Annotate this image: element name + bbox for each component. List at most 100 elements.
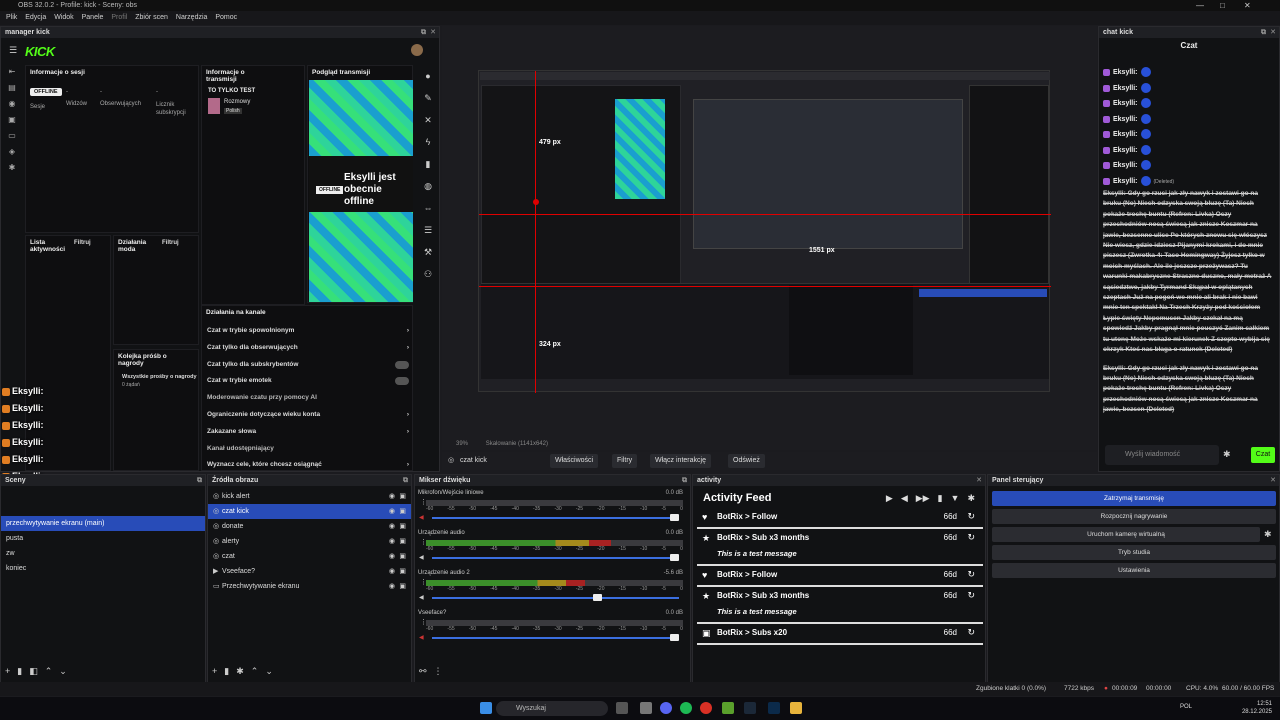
toggle-switch[interactable] (395, 360, 409, 369)
channel-option[interactable]: Kanał udostępniający (205, 441, 413, 457)
replay-icon[interactable]: ↻ (967, 627, 975, 638)
wrench-icon[interactable]: ⚒ (419, 247, 437, 269)
info-icon[interactable]: ● (419, 71, 437, 93)
trash-icon[interactable]: ▮ (938, 493, 943, 503)
menu-profil[interactable]: Profil (111, 14, 127, 21)
channel-option[interactable]: Wyznacz cele, które chcesz osiągnąć › (205, 457, 413, 473)
eye-icon[interactable]: ◉ (389, 534, 395, 549)
channel-menu-icon[interactable]: ⋮ (420, 618, 427, 626)
replay-icon[interactable]: ↻ (967, 511, 975, 522)
activity-item[interactable]: ♥ BotRix > Follow 66d ↻ (697, 567, 983, 587)
steam-icon[interactable] (744, 702, 756, 714)
channel-menu-icon[interactable]: ⋮ (420, 498, 427, 506)
channel-menu-icon[interactable]: ⋮ (420, 578, 427, 586)
refresh-button[interactable]: Odśwież (728, 454, 765, 468)
move-up-icon[interactable]: ⌃ (251, 666, 259, 676)
close-icon[interactable]: ✕ (430, 27, 436, 38)
menu-icon[interactable]: ⋮ (434, 666, 443, 676)
replay-icon[interactable]: ↻ (967, 532, 975, 543)
flash-icon[interactable]: ϟ (419, 137, 437, 159)
scene-item[interactable]: pusta (1, 531, 205, 546)
channel-option[interactable]: Czat w trybie emotek (205, 373, 413, 389)
menu-zbior-scen[interactable]: Zbiór scen (135, 14, 168, 21)
message-icon[interactable]: ◍ (419, 181, 437, 203)
gear-icon[interactable]: ✱ (1, 163, 23, 179)
float-icon[interactable]: ⧉ (1261, 27, 1266, 38)
taskbar-search[interactable]: Wyszukaj (496, 701, 608, 716)
replay-icon[interactable]: ↻ (967, 590, 975, 601)
remove-icon[interactable]: ▮ (224, 666, 229, 676)
maximize-button[interactable]: □ (1220, 0, 1225, 11)
lock-icon[interactable]: ▣ (399, 549, 406, 564)
speaker-icon[interactable]: ◀ (419, 634, 424, 641)
activity-item[interactable]: ★ BotRix > Sub x3 months 66d ↻ This is a tes… (697, 588, 983, 624)
menu-edycja[interactable]: Edycja (25, 14, 46, 21)
start-recording-button[interactable]: Rozpocznij nagrywanie (992, 509, 1276, 524)
avatar[interactable] (411, 44, 423, 56)
scene-item[interactable]: przechwytywanie ekranu (main) (1, 516, 205, 531)
close-icon[interactable]: ✕ (1270, 475, 1276, 486)
spotify-icon[interactable] (680, 702, 692, 714)
activity-item[interactable]: ♥ BotRix > Follow 66d ↻ (697, 509, 983, 529)
minecraft-icon[interactable] (722, 702, 734, 714)
filters-button[interactable]: Filtry (612, 454, 638, 468)
source-item[interactable]: ◎ donate ◉ ▣ (208, 519, 411, 534)
photoshop-icon[interactable] (768, 702, 780, 714)
share-icon[interactable]: ⚇ (419, 269, 437, 291)
activity-item[interactable]: ★ BotRix > Sub x3 months 66d ↻ This is a tes… (697, 530, 983, 566)
source-item[interactable]: ◎ alerty ◉ ▣ (208, 534, 411, 549)
hamburger-icon[interactable]: ☰ (9, 45, 17, 56)
interact-button[interactable]: Włącz interakcję (650, 454, 711, 468)
preview-canvas[interactable]: 479 px 324 px 1551 px (478, 70, 1051, 393)
eye-icon[interactable]: ◉ (389, 579, 395, 594)
chat-messages[interactable]: Eksylli: Eksylli: Eksylli: Eksylli: Eksylli:… (1103, 65, 1273, 449)
explorer-icon[interactable] (790, 702, 802, 714)
clock[interactable]: 12:51 28.12.2025 (1242, 700, 1272, 716)
lock-icon[interactable]: ▣ (399, 534, 406, 549)
taskview-icon[interactable] (616, 702, 628, 714)
volume-icon[interactable]: ◀ (901, 493, 908, 503)
zoom-level[interactable]: 39% (456, 441, 468, 447)
lock-icon[interactable]: ▣ (399, 564, 406, 579)
link-icon[interactable]: ⚯ (419, 666, 427, 676)
volume-slider[interactable] (432, 594, 679, 601)
channel-option[interactable]: Ograniczenie dotyczące wieku konta › (205, 407, 413, 423)
close-icon[interactable]: ✕ (976, 475, 982, 486)
trash-icon[interactable]: ▮ (419, 159, 437, 181)
collapse-icon[interactable]: ⇤ (1, 67, 23, 83)
add-icon[interactable]: + (212, 666, 217, 676)
chat-icon[interactable]: ▭ (1, 131, 23, 147)
users-icon[interactable]: ◉ (1, 99, 23, 115)
volume-knob[interactable] (593, 594, 603, 601)
keyboard-language[interactable]: POL (1180, 704, 1192, 710)
start-icon[interactable] (480, 702, 492, 714)
volume-knob[interactable] (670, 634, 679, 641)
source-item[interactable]: ◎ kick alert ◉ ▣ (208, 489, 411, 504)
float-icon[interactable]: ⧉ (682, 475, 687, 486)
chat-settings-icon[interactable]: ✱ (1223, 449, 1231, 460)
guide-handle[interactable] (533, 199, 539, 205)
float-icon[interactable]: ⧉ (197, 475, 202, 486)
volume-slider[interactable] (432, 514, 679, 521)
float-icon[interactable]: ⧉ (403, 475, 408, 486)
list-icon[interactable]: ☰ (419, 225, 437, 247)
stop-stream-button[interactable]: Zatrzymaj transmisję (992, 491, 1276, 506)
channel-option[interactable]: Czat w trybie spowolnionym › (205, 323, 413, 339)
obs-icon[interactable] (640, 702, 652, 714)
dashboard-icon[interactable]: ▤ (1, 83, 23, 99)
volume-slider[interactable] (432, 554, 679, 561)
volume-slider[interactable] (432, 634, 679, 641)
menu-plik[interactable]: Plik (6, 14, 17, 21)
play-icon[interactable]: ▶ (886, 493, 893, 503)
settings-button[interactable]: Ustawienia (992, 563, 1276, 578)
eye-icon[interactable]: ◉ (389, 549, 395, 564)
activity-item[interactable]: ▣ BotRix > Subs x20 66d ↻ (697, 625, 983, 645)
virtual-camera-settings-icon[interactable]: ✱ (1264, 529, 1272, 540)
send-chat-button[interactable]: Czat (1251, 447, 1275, 463)
channel-option[interactable]: Moderowanie czatu przy pomocy AI (205, 390, 413, 406)
properties-button[interactable]: Właściwości (550, 454, 599, 468)
menu-narzedzia[interactable]: Narzędzia (176, 14, 208, 21)
menu-pomoc[interactable]: Pomoc (215, 14, 237, 21)
discord-icon[interactable] (660, 702, 672, 714)
source-item[interactable]: ▶ Vseeface? ◉ ▣ (208, 564, 411, 579)
